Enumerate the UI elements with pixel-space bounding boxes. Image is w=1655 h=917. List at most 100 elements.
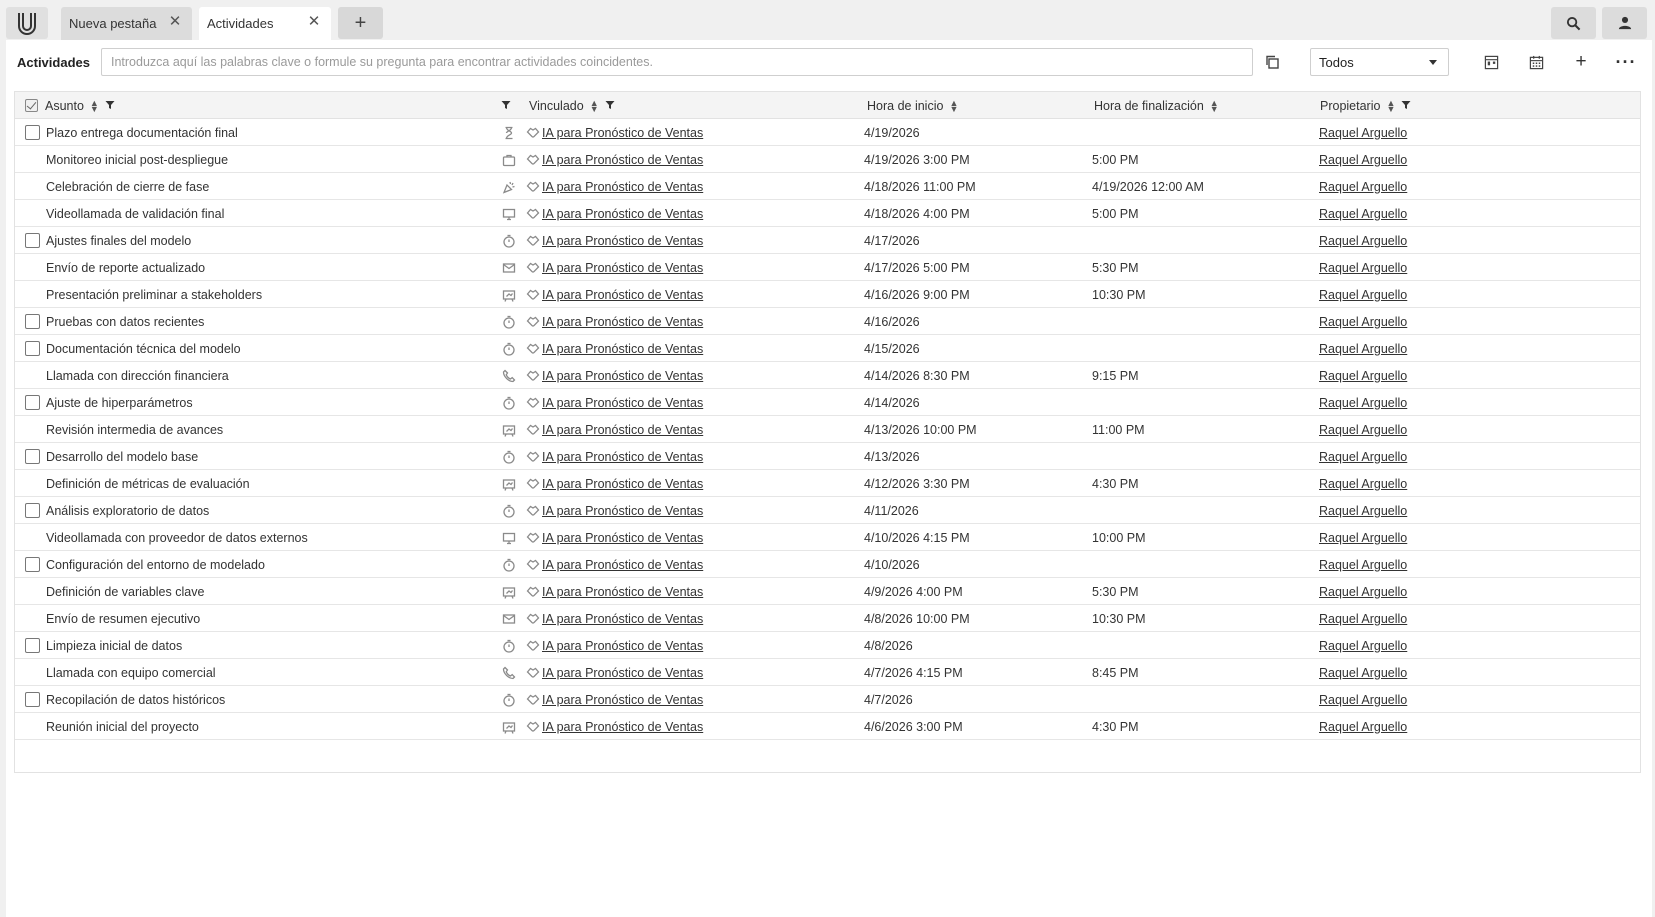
filter-icon[interactable] (605, 99, 615, 113)
filter-icon[interactable] (501, 99, 511, 113)
linked-record-link[interactable]: IA para Pronóstico de Ventas (542, 362, 703, 389)
owner-link[interactable]: Raquel Arguello (1319, 632, 1407, 659)
table-row[interactable]: Reunión inicial del proyecto IA para Pron… (15, 713, 1640, 740)
column-header-end[interactable]: Hora de finalización ▲ ▼ (1094, 92, 1219, 119)
task-complete-checkbox[interactable] (25, 503, 40, 518)
linked-record-link[interactable]: IA para Pronóstico de Ventas (542, 200, 703, 227)
table-row[interactable]: Recopilación de datos históricos IA para … (15, 686, 1640, 713)
kanban-view-button[interactable] (1476, 48, 1506, 76)
add-activity-button[interactable]: + (1566, 48, 1596, 76)
linked-record-link[interactable]: IA para Pronóstico de Ventas (542, 308, 703, 335)
subject-cell[interactable]: Envío de reporte actualizado (46, 254, 205, 281)
table-row[interactable]: Configuración del entorno de modelado IA … (15, 551, 1640, 578)
linked-record-link[interactable]: IA para Pronóstico de Ventas (542, 686, 703, 713)
subject-cell[interactable]: Desarrollo del modelo base (46, 443, 198, 470)
app-logo[interactable] (6, 7, 48, 39)
owner-link[interactable]: Raquel Arguello (1319, 389, 1407, 416)
filter-icon[interactable] (1401, 99, 1411, 113)
close-icon[interactable]: ✕ (307, 14, 321, 29)
linked-record-link[interactable]: IA para Pronóstico de Ventas (542, 173, 703, 200)
owner-link[interactable]: Raquel Arguello (1319, 713, 1407, 740)
sort-icon[interactable]: ▲ ▼ (590, 98, 599, 113)
owner-link[interactable]: Raquel Arguello (1319, 686, 1407, 713)
owner-link[interactable]: Raquel Arguello (1319, 551, 1407, 578)
table-row[interactable]: Pruebas con datos recientes IA para Pronó… (15, 308, 1640, 335)
filter-icon[interactable] (105, 99, 115, 113)
linked-record-link[interactable]: IA para Pronóstico de Ventas (542, 254, 703, 281)
table-row[interactable]: Definición de variables clave IA para Pro… (15, 578, 1640, 605)
sort-icon[interactable]: ▲ ▼ (90, 98, 99, 113)
table-row[interactable]: Envío de resumen ejecutivo IA para Pronós… (15, 605, 1640, 632)
linked-record-link[interactable]: IA para Pronóstico de Ventas (542, 443, 703, 470)
subject-cell[interactable]: Pruebas con datos recientes (46, 308, 204, 335)
owner-link[interactable]: Raquel Arguello (1319, 470, 1407, 497)
linked-record-link[interactable]: IA para Pronóstico de Ventas (542, 713, 703, 740)
linked-record-link[interactable]: IA para Pronóstico de Ventas (542, 416, 703, 443)
owner-link[interactable]: Raquel Arguello (1319, 119, 1407, 146)
table-row[interactable]: Presentación preliminar a stakeholders IA… (15, 281, 1640, 308)
subject-cell[interactable]: Definición de variables clave (46, 578, 204, 605)
linked-record-link[interactable]: IA para Pronóstico de Ventas (542, 659, 703, 686)
subject-cell[interactable]: Llamada con dirección financiera (46, 362, 229, 389)
table-row[interactable]: Envío de reporte actualizado IA para Pron… (15, 254, 1640, 281)
subject-cell[interactable]: Documentación técnica del modelo (46, 335, 241, 362)
filter-select[interactable]: Todos (1310, 48, 1449, 76)
subject-cell[interactable]: Presentación preliminar a stakeholders (46, 281, 262, 308)
subject-cell[interactable]: Monitoreo inicial post-despliegue (46, 146, 228, 173)
table-row[interactable]: Videollamada con proveedor de datos exte… (15, 524, 1640, 551)
owner-link[interactable]: Raquel Arguello (1319, 173, 1407, 200)
table-row[interactable]: Llamada con dirección financiera IA para … (15, 362, 1640, 389)
linked-record-link[interactable]: IA para Pronóstico de Ventas (542, 119, 703, 146)
table-row[interactable]: Ajuste de hiperparámetros IA para Pronóst… (15, 389, 1640, 416)
table-row[interactable]: Plazo entrega documentación final IA para… (15, 119, 1640, 146)
owner-link[interactable]: Raquel Arguello (1319, 497, 1407, 524)
linked-record-link[interactable]: IA para Pronóstico de Ventas (542, 524, 703, 551)
table-row[interactable]: Llamada con equipo comercial IA para Pron… (15, 659, 1640, 686)
task-complete-checkbox[interactable] (25, 449, 40, 464)
linked-record-link[interactable]: IA para Pronóstico de Ventas (542, 578, 703, 605)
subject-cell[interactable]: Ajuste de hiperparámetros (46, 389, 193, 416)
subject-cell[interactable]: Revisión intermedia de avances (46, 416, 223, 443)
sort-icon[interactable]: ▲ ▼ (949, 98, 958, 113)
task-complete-checkbox[interactable] (25, 557, 40, 572)
subject-cell[interactable]: Recopilación de datos históricos (46, 686, 225, 713)
column-header-owner[interactable]: Propietario ▲ ▼ (1320, 92, 1411, 119)
task-complete-checkbox[interactable] (25, 638, 40, 653)
table-row[interactable]: Ajustes finales del modelo IA para Pronós… (15, 227, 1640, 254)
linked-record-link[interactable]: IA para Pronóstico de Ventas (542, 146, 703, 173)
global-search-button[interactable] (1551, 7, 1596, 39)
search-input[interactable] (101, 48, 1253, 76)
owner-link[interactable]: Raquel Arguello (1319, 524, 1407, 551)
task-complete-checkbox[interactable] (25, 125, 40, 140)
subject-cell[interactable]: Videollamada de validación final (46, 200, 224, 227)
table-row[interactable]: Documentación técnica del modelo IA para … (15, 335, 1640, 362)
sort-icon[interactable]: ▲ ▼ (1210, 98, 1219, 113)
table-row[interactable]: Análisis exploratorio de datos IA para Pr… (15, 497, 1640, 524)
linked-record-link[interactable]: IA para Pronóstico de Ventas (542, 497, 703, 524)
subject-cell[interactable]: Análisis exploratorio de datos (46, 497, 209, 524)
linked-record-link[interactable]: IA para Pronóstico de Ventas (542, 389, 703, 416)
table-row[interactable]: Limpieza inicial de datos IA para Pronóst… (15, 632, 1640, 659)
task-complete-checkbox[interactable] (25, 233, 40, 248)
linked-record-link[interactable]: IA para Pronóstico de Ventas (542, 605, 703, 632)
subject-cell[interactable]: Plazo entrega documentación final (46, 119, 238, 146)
new-tab-button[interactable]: + (338, 7, 383, 39)
more-options-button[interactable]: ··· (1611, 48, 1641, 76)
linked-record-link[interactable]: IA para Pronóstico de Ventas (542, 551, 703, 578)
subject-cell[interactable]: Configuración del entorno de modelado (46, 551, 265, 578)
subject-cell[interactable]: Videollamada con proveedor de datos exte… (46, 524, 308, 551)
copy-button[interactable] (1258, 48, 1286, 76)
table-row[interactable]: Definición de métricas de evaluación IA p… (15, 470, 1640, 497)
owner-link[interactable]: Raquel Arguello (1319, 200, 1407, 227)
owner-link[interactable]: Raquel Arguello (1319, 308, 1407, 335)
task-complete-checkbox[interactable] (25, 341, 40, 356)
column-header-start[interactable]: Hora de inicio ▲ ▼ (867, 92, 958, 119)
owner-link[interactable]: Raquel Arguello (1319, 146, 1407, 173)
subject-cell[interactable]: Celebración de cierre de fase (46, 173, 209, 200)
sort-icon[interactable]: ▲ ▼ (1386, 98, 1395, 113)
subject-cell[interactable]: Llamada con equipo comercial (46, 659, 216, 686)
tab-actividades[interactable]: Actividades ✕ (199, 7, 331, 40)
select-all-checkbox[interactable] (25, 99, 38, 112)
owner-link[interactable]: Raquel Arguello (1319, 578, 1407, 605)
column-header-subject[interactable]: Asunto ▲ ▼ (45, 92, 115, 119)
